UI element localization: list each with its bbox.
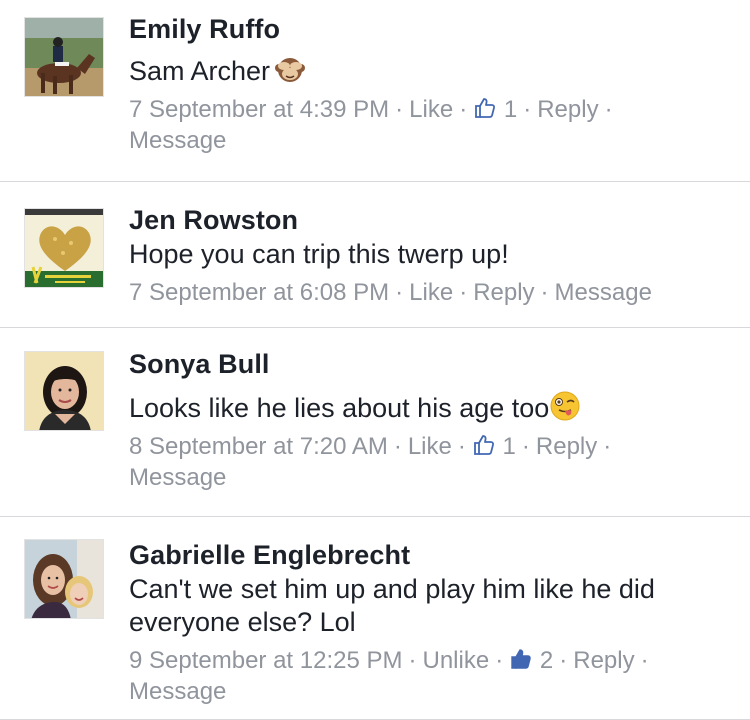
reply-link[interactable]: Reply xyxy=(536,433,597,460)
comment-meta: 7 September at 4:39 PM · Like · 1 · Reply · Mes… xyxy=(129,94,730,156)
comment-item: Emily Ruffo Sam Archer 7 September at 4:… xyxy=(0,0,750,182)
separator-dot: · xyxy=(459,96,468,123)
reply-link[interactable]: Reply xyxy=(537,96,598,123)
timestamp[interactable]: 7 September at 4:39 PM xyxy=(129,96,389,123)
separator-dot: · xyxy=(495,647,504,674)
avatar[interactable] xyxy=(24,539,104,619)
message-link[interactable]: Message xyxy=(129,678,226,705)
separator-dot: · xyxy=(521,433,530,460)
see-no-evil-monkey-icon xyxy=(274,53,306,85)
like-count[interactable]: 1 xyxy=(504,96,517,123)
thumbs-up-icon[interactable] xyxy=(472,433,496,457)
thumbs-up-filled-icon[interactable] xyxy=(509,647,533,671)
comment-meta: 8 September at 7:20 AM · Like · 1 · Reply · Mes… xyxy=(129,431,730,493)
timestamp[interactable]: 8 September at 7:20 AM xyxy=(129,433,388,460)
message-link[interactable]: Message xyxy=(129,127,226,154)
separator-dot: · xyxy=(459,279,468,306)
separator-dot: · xyxy=(408,647,417,674)
separator-dot: · xyxy=(393,433,402,460)
like-link[interactable]: Like xyxy=(409,279,453,306)
message-link[interactable]: Message xyxy=(129,464,226,491)
separator-dot: · xyxy=(540,279,549,306)
separator-dot: · xyxy=(559,647,568,674)
winking-tongue-face-icon xyxy=(549,390,581,422)
thumbs-up-icon[interactable] xyxy=(473,96,497,120)
separator-dot: · xyxy=(395,96,404,123)
separator-dot: · xyxy=(395,279,404,306)
avatar[interactable] xyxy=(24,351,104,431)
comment-author[interactable]: Jen Rowston xyxy=(129,202,730,238)
comment-text: Sam Archer xyxy=(129,53,730,88)
like-count[interactable]: 2 xyxy=(540,647,553,674)
avatar[interactable] xyxy=(24,208,104,288)
like-link[interactable]: Like xyxy=(409,96,453,123)
mention-link[interactable]: Sam Archer xyxy=(129,56,270,86)
separator-dot: · xyxy=(604,96,613,123)
reply-link[interactable]: Reply xyxy=(473,279,534,306)
comment-meta: 9 September at 12:25 PM · Unlike · 2 · Reply ·… xyxy=(129,645,730,707)
separator-dot: · xyxy=(603,433,612,460)
comment-item: Sonya Bull Looks like he lies about his … xyxy=(0,328,750,517)
like-count[interactable]: 1 xyxy=(503,433,516,460)
timestamp[interactable]: 7 September at 6:08 PM xyxy=(129,279,389,306)
comment-text: Looks like he lies about his age too xyxy=(129,390,730,425)
reply-link[interactable]: Reply xyxy=(573,647,634,674)
message-link[interactable]: Message xyxy=(555,279,652,306)
avatar[interactable] xyxy=(24,17,104,97)
comment-author[interactable]: Emily Ruffo xyxy=(129,11,730,47)
separator-dot: · xyxy=(640,647,649,674)
comment-author[interactable]: Sonya Bull xyxy=(129,346,730,382)
comment-text: Can't we set him up and play him like he… xyxy=(129,574,655,637)
separator-dot: · xyxy=(523,96,532,123)
like-link[interactable]: Like xyxy=(408,433,452,460)
comment-text: Hope you can trip this twerp up! xyxy=(129,239,509,269)
separator-dot: · xyxy=(457,433,466,460)
comment-author[interactable]: Gabrielle Englebrecht xyxy=(129,537,730,573)
comment-item: Gabrielle Englebrecht Can't we set him u… xyxy=(0,517,750,720)
unlike-link[interactable]: Unlike xyxy=(423,647,490,674)
comment-item: Jen Rowston Hope you can trip this twerp… xyxy=(0,182,750,328)
timestamp[interactable]: 9 September at 12:25 PM xyxy=(129,647,403,674)
comment-text-content: Looks like he lies about his age too xyxy=(129,393,550,423)
comment-meta: 7 September at 6:08 PM · Like · Reply · Messag… xyxy=(129,277,730,308)
